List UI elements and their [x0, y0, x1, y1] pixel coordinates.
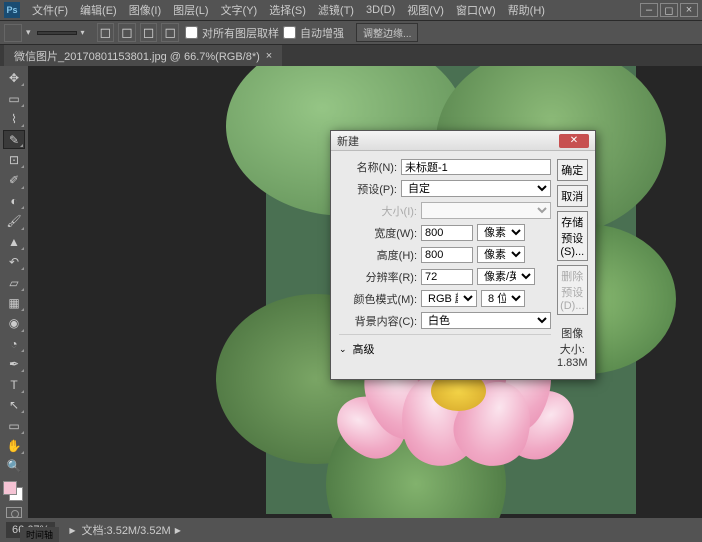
- color-swatches[interactable]: [3, 481, 25, 501]
- image-size-label: 图像大小:: [557, 325, 588, 357]
- resolution-input[interactable]: [421, 269, 473, 285]
- gradient-tool[interactable]: ▦: [3, 294, 25, 312]
- brush-size-dropdown[interactable]: [37, 31, 77, 35]
- color-mode-label: 颜色模式(M):: [339, 291, 417, 307]
- healing-brush-tool[interactable]: ◐: [3, 192, 25, 210]
- foreground-color-swatch[interactable]: [3, 481, 17, 495]
- background-label: 背景内容(C):: [339, 313, 417, 329]
- delete-preset-button: 删除预设(D)...: [557, 265, 588, 315]
- refine-edge-button[interactable]: 调整边缘...: [356, 23, 418, 42]
- options-bar: ▾ ▾ ◻ ◻ ◻ ◻ 对所有图层取样 自动增强 调整边缘...: [0, 20, 702, 44]
- height-unit-select[interactable]: 像素: [477, 246, 525, 263]
- timeline-tab[interactable]: 时间轴: [20, 527, 59, 542]
- zoom-tool[interactable]: 🔍: [3, 457, 25, 475]
- ps-logo-icon: Ps: [4, 2, 20, 18]
- image-size-value: 1.83M: [557, 357, 588, 369]
- restore-icon[interactable]: ◻: [660, 3, 678, 17]
- dialog-close-button[interactable]: ✕: [559, 134, 589, 148]
- name-label: 名称(N):: [339, 159, 397, 175]
- history-brush-tool[interactable]: ↶: [3, 253, 25, 271]
- current-tool-icon[interactable]: [4, 24, 22, 42]
- color-mode-select[interactable]: RGB 颜色: [421, 290, 477, 307]
- menu-window[interactable]: 窗口(W): [450, 2, 502, 18]
- tools-panel: ✥ ▭ ⌇ ✎ ⊡ ✐ ◐ 🖌 ▲ ↶ ▱ ▦ ◉ ◔ ✒ T ↖ ▭ ✋ 🔍: [0, 66, 28, 518]
- dodge-tool[interactable]: ◔: [3, 335, 25, 353]
- blur-tool[interactable]: ◉: [3, 314, 25, 332]
- close-icon[interactable]: ×: [680, 3, 698, 17]
- zoom-dropdown-icon[interactable]: ▶: [69, 526, 75, 535]
- ok-button[interactable]: 确定: [557, 159, 588, 181]
- pen-tool[interactable]: ✒: [3, 355, 25, 373]
- auto-enhance-label: 自动增强: [300, 25, 344, 41]
- advanced-toggle-icon[interactable]: ⌄: [339, 344, 347, 355]
- minimize-icon[interactable]: –: [640, 3, 658, 17]
- quick-selection-tool[interactable]: ✎: [3, 130, 25, 149]
- shape-tool[interactable]: ▭: [3, 416, 25, 434]
- cancel-button[interactable]: 取消: [557, 185, 588, 207]
- menu-filter[interactable]: 滤镜(T): [312, 2, 360, 18]
- menu-help[interactable]: 帮助(H): [502, 2, 551, 18]
- menu-file[interactable]: 文件(F): [26, 2, 74, 18]
- width-unit-select[interactable]: 像素: [477, 224, 525, 241]
- name-input[interactable]: [401, 159, 551, 175]
- menu-view[interactable]: 视图(V): [401, 2, 450, 18]
- bit-depth-select[interactable]: 8 位: [481, 290, 525, 307]
- preset-select[interactable]: 自定: [401, 180, 551, 197]
- width-input[interactable]: [421, 225, 473, 241]
- height-input[interactable]: [421, 247, 473, 263]
- menu-layer[interactable]: 图层(L): [167, 2, 214, 18]
- sel-new-icon[interactable]: ◻: [97, 23, 115, 42]
- dialog-title: 新建: [337, 133, 359, 149]
- save-preset-button[interactable]: 存储预设(S)...: [557, 211, 588, 261]
- document-tab-title: 微信图片_20170801153801.jpg @ 66.7%(RGB/8*): [14, 48, 260, 64]
- width-label: 宽度(W):: [339, 225, 417, 241]
- menu-type[interactable]: 文字(Y): [215, 2, 264, 18]
- auto-enhance-checkbox[interactable]: [283, 26, 296, 39]
- crop-tool[interactable]: ⊡: [3, 151, 25, 169]
- eyedropper-tool[interactable]: ✐: [3, 171, 25, 189]
- resolution-label: 分辨率(R):: [339, 269, 417, 285]
- sel-intersect-icon[interactable]: ◻: [161, 23, 179, 42]
- menubar: Ps 文件(F) 编辑(E) 图像(I) 图层(L) 文字(Y) 选择(S) 滤…: [0, 0, 702, 20]
- path-selection-tool[interactable]: ↖: [3, 396, 25, 414]
- move-tool[interactable]: ✥: [3, 69, 25, 87]
- dialog-titlebar[interactable]: 新建 ✕: [331, 131, 595, 151]
- menu-edit[interactable]: 编辑(E): [74, 2, 123, 18]
- size-label: 大小(I):: [339, 203, 417, 219]
- quick-mask-icon[interactable]: [6, 507, 22, 518]
- document-tab[interactable]: 微信图片_20170801153801.jpg @ 66.7%(RGB/8*) …: [4, 45, 282, 67]
- eraser-tool[interactable]: ▱: [3, 273, 25, 291]
- menu-image[interactable]: 图像(I): [123, 2, 167, 18]
- height-label: 高度(H):: [339, 247, 417, 263]
- sample-all-layers-checkbox[interactable]: [185, 26, 198, 39]
- tab-close-icon[interactable]: ×: [266, 50, 272, 62]
- info-dropdown-icon[interactable]: ▶: [175, 526, 181, 535]
- status-bar: 66.67% ▶ 文档:3.52M/3.52M ▶: [0, 518, 702, 542]
- document-tab-bar: 微信图片_20170801153801.jpg @ 66.7%(RGB/8*) …: [0, 44, 702, 66]
- menu-3d[interactable]: 3D(D): [360, 4, 401, 16]
- brush-tool[interactable]: 🖌: [3, 212, 25, 230]
- sel-add-icon[interactable]: ◻: [118, 23, 136, 42]
- document-info: 文档:3.52M/3.52M: [81, 522, 170, 538]
- preset-label: 预设(P):: [339, 181, 397, 197]
- resolution-unit-select[interactable]: 像素/英寸: [477, 268, 535, 285]
- sel-sub-icon[interactable]: ◻: [140, 23, 158, 42]
- type-tool[interactable]: T: [3, 375, 25, 393]
- menu-select[interactable]: 选择(S): [263, 2, 312, 18]
- clone-stamp-tool[interactable]: ▲: [3, 233, 25, 251]
- size-select: [421, 202, 551, 219]
- new-document-dialog: 新建 ✕ 名称(N): 预设(P): 自定 大小(I): 宽度(W): 像素: [330, 130, 596, 380]
- marquee-tool[interactable]: ▭: [3, 89, 25, 107]
- lasso-tool[interactable]: ⌇: [3, 110, 25, 128]
- advanced-label[interactable]: 高级: [353, 341, 375, 357]
- background-select[interactable]: 白色: [421, 312, 551, 329]
- sample-all-layers-label: 对所有图层取样: [202, 25, 279, 41]
- hand-tool[interactable]: ✋: [3, 437, 25, 455]
